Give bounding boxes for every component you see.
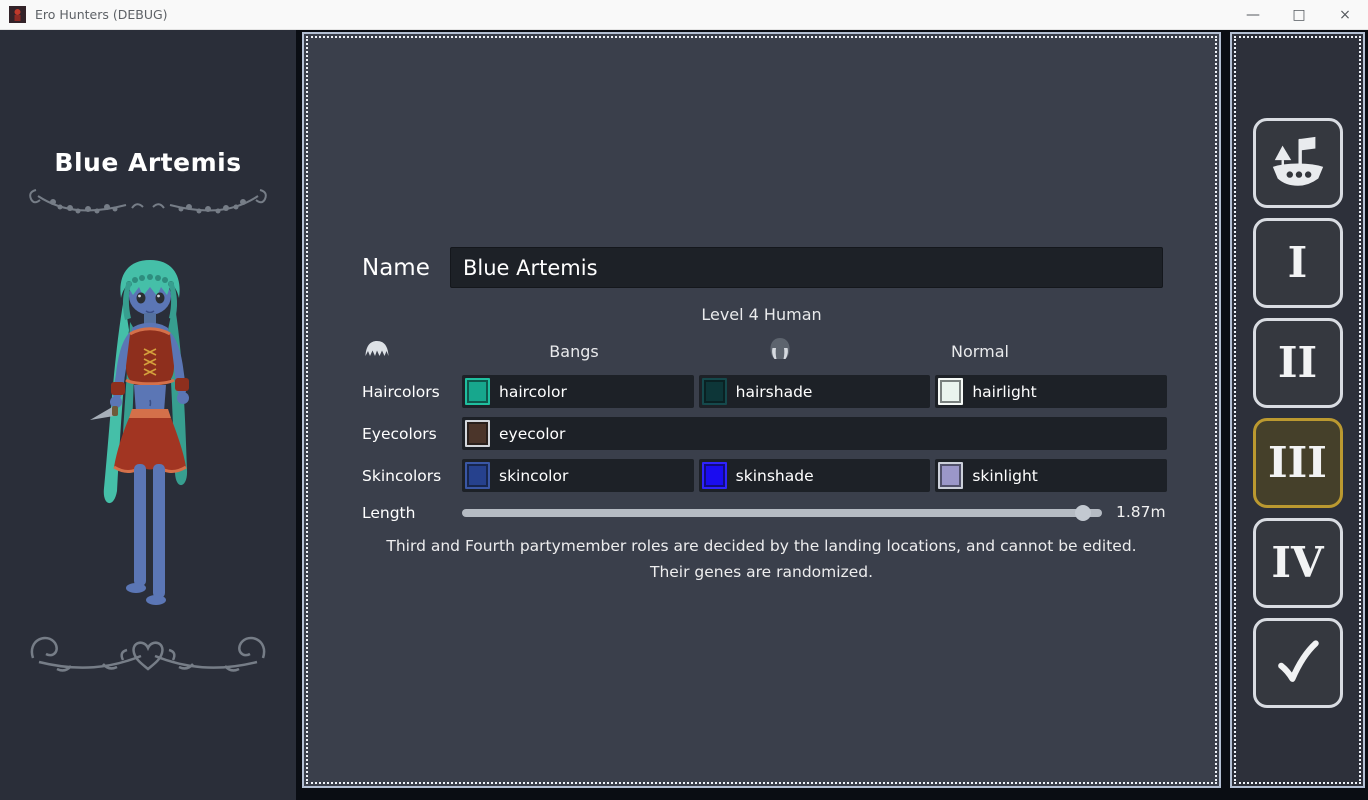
gene-field-skinshade[interactable]: skinshade	[699, 459, 931, 492]
color-swatch-haircolor	[465, 378, 490, 405]
gene-row-label: Haircolors	[362, 383, 462, 401]
gene-row-hair: Haircolors haircolor hairshade hairlight	[362, 375, 1167, 408]
color-swatch-skinshade	[702, 462, 727, 489]
app-icon	[9, 6, 26, 23]
length-label: Length	[362, 504, 415, 522]
titlebar: Ero Hunters (DEBUG) — □ ×	[0, 0, 1368, 30]
hair-back-header: Normal	[900, 342, 1060, 361]
nav-button-confirm[interactable]	[1253, 618, 1343, 708]
gene-field-hairlight[interactable]: hairlight	[935, 375, 1167, 408]
ship-icon	[1269, 134, 1327, 192]
bangs-header: Bangs	[494, 342, 654, 361]
hair-back-icon	[768, 337, 792, 360]
numeral-label: IV	[1271, 542, 1323, 584]
gene-fields: haircolor hairshade hairlight	[462, 375, 1167, 408]
gene-field-haircolor[interactable]: haircolor	[462, 375, 694, 408]
window-controls: — □ ×	[1230, 0, 1368, 29]
gene-field-label: skinshade	[736, 467, 814, 485]
gene-rows: Haircolors haircolor hairshade hairlight Eye…	[362, 375, 1167, 501]
minimize-button[interactable]: —	[1230, 0, 1276, 29]
gene-fields: eyecolor	[462, 417, 1167, 450]
character-name-heading: Blue Artemis	[0, 148, 296, 177]
gene-field-label: skinlight	[972, 467, 1038, 485]
gene-row-eye: Eyecolors eyecolor	[362, 417, 1167, 450]
gene-field-label: hairlight	[972, 383, 1036, 401]
nav-button-member-2[interactable]: II	[1253, 318, 1343, 408]
color-swatch-hairshade	[702, 378, 727, 405]
nav-panel: IIIIIIIV	[1230, 32, 1365, 788]
gene-field-label: hairshade	[736, 383, 813, 401]
gene-field-skinlight[interactable]: skinlight	[935, 459, 1167, 492]
gene-row-label: Skincolors	[362, 467, 462, 485]
vine-ornament	[20, 180, 276, 226]
level-text: Level 4 Human	[304, 305, 1219, 324]
character-sidebar: Blue Artemis	[0, 30, 296, 800]
note-line-1: Third and Fourth partymember roles are d…	[304, 537, 1219, 555]
numeral-label: III	[1268, 442, 1327, 484]
name-label: Name	[362, 255, 430, 281]
gene-field-label: eyecolor	[499, 425, 565, 443]
nav-button-member-4[interactable]: IV	[1253, 518, 1343, 608]
gene-field-skincolor[interactable]: skincolor	[462, 459, 694, 492]
numeral-label: I	[1288, 242, 1308, 284]
character-sprite	[72, 234, 224, 622]
length-slider-track[interactable]	[462, 509, 1102, 517]
gene-field-eyecolor[interactable]: eyecolor	[462, 417, 1167, 450]
name-input[interactable]	[450, 247, 1163, 288]
maximize-button[interactable]: □	[1276, 0, 1322, 29]
window-title: Ero Hunters (DEBUG)	[35, 7, 168, 22]
flourish-ornament	[19, 626, 277, 682]
gene-fields: skincolor skinshade skinlight	[462, 459, 1167, 492]
color-swatch-hairlight	[938, 378, 963, 405]
close-button[interactable]: ×	[1322, 0, 1368, 29]
nav-buttons: IIIIIIIV	[1232, 118, 1363, 708]
gene-row-label: Eyecolors	[362, 425, 462, 443]
color-swatch-eyecolor	[465, 420, 490, 447]
editor-panel: Name Level 4 Human Bangs Normal Haircolo…	[302, 32, 1221, 788]
bangs-icon	[364, 340, 390, 358]
numeral-label: II	[1278, 342, 1317, 384]
length-value: 1.87m	[1116, 503, 1166, 521]
check-icon	[1270, 635, 1326, 691]
nav-button-member-1[interactable]: I	[1253, 218, 1343, 308]
app-area: Blue Artemis	[0, 30, 1368, 800]
gene-field-hairshade[interactable]: hairshade	[699, 375, 931, 408]
nav-button-member-3[interactable]: III	[1253, 418, 1343, 508]
length-slider-handle[interactable]	[1075, 505, 1091, 521]
gene-field-label: haircolor	[499, 383, 567, 401]
gene-row-skin: Skincolors skincolor skinshade skinlight	[362, 459, 1167, 492]
nav-button-ship[interactable]	[1253, 118, 1343, 208]
color-swatch-skinlight	[938, 462, 963, 489]
color-swatch-skincolor	[465, 462, 490, 489]
note-line-2: Their genes are randomized.	[304, 563, 1219, 581]
gene-field-label: skincolor	[499, 467, 568, 485]
